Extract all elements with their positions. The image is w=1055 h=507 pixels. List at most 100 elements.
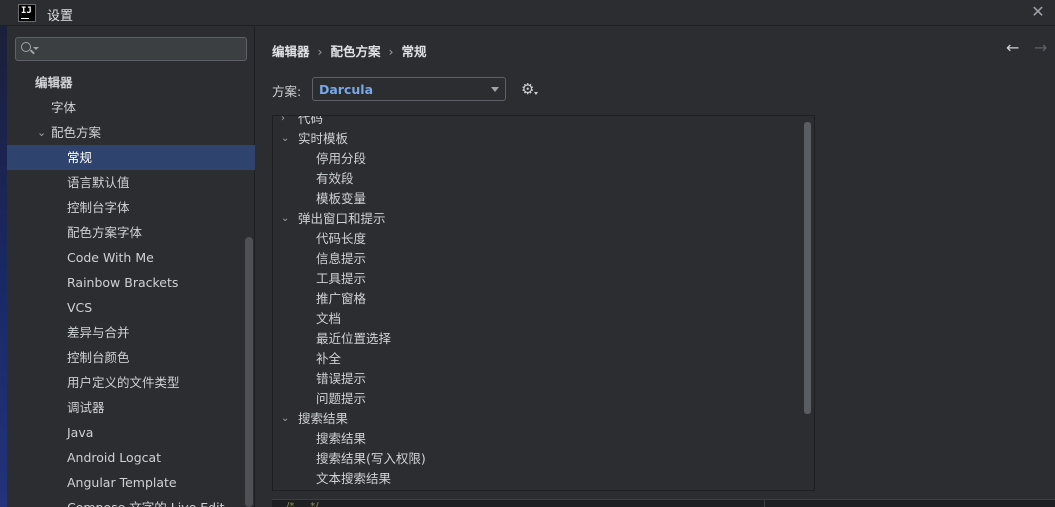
tree-item[interactable]: 问题提示	[273, 389, 803, 409]
tree-group[interactable]: ⌄ 实时模板	[273, 129, 803, 149]
tree-item[interactable]: 文档	[273, 309, 803, 329]
sidebar-item[interactable]: 用户定义的文件类型	[7, 370, 255, 395]
search-icon	[21, 42, 31, 52]
sidebar-item-label: 配色方案字体	[67, 225, 143, 240]
tree-label: 文档	[316, 311, 342, 326]
sidebar-item[interactable]: 控制台颜色	[7, 345, 255, 370]
tree-group[interactable]: ⌄ 搜索结果	[273, 409, 803, 429]
tree-label: 实时模板	[298, 131, 349, 146]
back-arrow-icon[interactable]: ←	[1006, 38, 1019, 57]
search-input[interactable]	[15, 37, 247, 61]
tree-label: 搜索结果(写入权限)	[316, 451, 426, 466]
tree-label: 信息提示	[316, 251, 367, 266]
tree-item[interactable]: 搜索结果(写入权限)	[273, 449, 803, 469]
sidebar-item[interactable]: ⌄ 配色方案	[7, 120, 255, 145]
sidebar-item-label: Code With Me	[67, 250, 154, 265]
tree-label: 补全	[316, 351, 342, 366]
tree-label: 模板变量	[316, 191, 367, 206]
title-bar: IJ 设置 ✕	[0, 0, 1055, 26]
settings-sidebar: 编辑器字体 ⌄ 配色方案常规语言默认值控制台字体配色方案字体 Code With Me…	[7, 27, 255, 507]
tree-group[interactable]: › 代码	[273, 115, 803, 129]
tree-label: 问题提示	[316, 391, 367, 406]
scheme-dropdown[interactable]: Darcula	[312, 77, 506, 101]
sidebar-item[interactable]: Android Logcat	[7, 445, 255, 470]
tree-group[interactable]: ⌄ 弹出窗口和提示	[273, 209, 803, 229]
sidebar-item-label: 差异与合并	[67, 325, 130, 340]
tree-label: 推广窗格	[316, 291, 367, 306]
tree-label: 停用分段	[316, 151, 367, 166]
sidebar-item[interactable]: VCS	[7, 295, 255, 320]
sidebar-item-label: 用户定义的文件类型	[67, 375, 180, 390]
sidebar-item[interactable]: 调试器	[7, 395, 255, 420]
sidebar-item[interactable]: 编辑器	[7, 70, 255, 95]
tree-item[interactable]: 推广窗格	[273, 289, 803, 309]
sidebar-item-label: Compose 文字的 Live Edit	[67, 495, 225, 507]
tree-item[interactable]: 补全	[273, 349, 803, 369]
sidebar-item[interactable]: 控制台字体	[7, 195, 255, 220]
tree-label: 代码	[298, 115, 324, 126]
tree-label: 文本搜索结果	[316, 471, 392, 486]
tree-item[interactable]: 代码长度	[273, 229, 803, 249]
tree-label: 错误提示	[316, 371, 367, 386]
gear-icon[interactable]: ⚙	[521, 80, 534, 98]
sidebar-scrollbar[interactable]	[245, 237, 253, 507]
breadcrumb: 编辑器 › 配色方案 › 常规	[272, 41, 427, 60]
chevron-down-icon[interactable]: ⌄	[37, 120, 47, 145]
breadcrumb-item[interactable]: 配色方案	[331, 44, 381, 59]
sidebar-item[interactable]: Compose 文字的 Live Edit	[7, 495, 255, 507]
sidebar-item[interactable]: Angular Template	[7, 470, 255, 495]
sidebar-item-label: 调试器	[67, 400, 105, 415]
attribute-tree-scrollbar[interactable]	[804, 122, 811, 414]
search-history-dropdown-icon[interactable]	[33, 47, 39, 50]
tree-item[interactable]: 文本搜索结果	[273, 469, 803, 489]
sidebar-item-label: Java	[67, 425, 94, 440]
scheme-selected-value: Darcula	[319, 82, 374, 97]
desktop-background-strip	[0, 26, 7, 507]
sidebar-item[interactable]: 字体	[7, 95, 255, 120]
scheme-label: 方案:	[272, 84, 302, 99]
breadcrumb-separator: ›	[317, 44, 323, 59]
sidebar-item-label: 编辑器	[35, 75, 73, 90]
sidebar-item-label: Rainbow Brackets	[67, 275, 179, 290]
tree-label: 最近位置选择	[316, 331, 392, 346]
sidebar-item[interactable]: Rainbow Brackets	[7, 270, 255, 295]
sidebar-item[interactable]: 语言默认值	[7, 170, 255, 195]
sidebar-item-label: 控制台字体	[67, 200, 130, 215]
chevron-down-icon[interactable]: ⌄	[281, 209, 289, 229]
tree-item[interactable]: 有效段	[273, 169, 803, 189]
breadcrumb-separator: ›	[388, 44, 394, 59]
code-preview-editor[interactable]: /* ... */	[272, 499, 1055, 507]
sidebar-item[interactable]: 配色方案字体	[7, 220, 255, 245]
tree-label: 搜索结果	[298, 411, 349, 426]
sidebar-item[interactable]: 差异与合并	[7, 320, 255, 345]
tree-label: 弹出窗口和提示	[298, 211, 386, 226]
tree-item[interactable]: 错误提示	[273, 369, 803, 389]
tree-label: 工具提示	[316, 271, 367, 286]
tree-item[interactable]: 最近位置选择	[273, 329, 803, 349]
tree-label: 有效段	[316, 171, 354, 186]
sidebar-item-label: Android Logcat	[67, 450, 162, 465]
tree-item[interactable]: 停用分段	[273, 149, 803, 169]
sidebar-item-label: 语言默认值	[67, 175, 130, 190]
gear-menu-caret-icon	[534, 92, 538, 95]
tree-item[interactable]: 搜索结果	[273, 429, 803, 449]
breadcrumb-item[interactable]: 编辑器	[272, 44, 310, 59]
window-title: 设置	[47, 9, 74, 24]
attribute-tree-panel: › 代码 ⌄ 实时模板停用分段有效段模板变量 ⌄ 弹出窗口和提示代码长度信息提示工具提示推…	[272, 115, 815, 491]
breadcrumb-item[interactable]: 常规	[402, 44, 427, 59]
forward-arrow-icon[interactable]: →	[1034, 38, 1047, 57]
preview-divider	[764, 500, 765, 507]
tree-item[interactable]: 信息提示	[273, 249, 803, 269]
chevron-down-icon[interactable]: ⌄	[281, 129, 289, 149]
sidebar-item-label: 字体	[51, 100, 77, 115]
sidebar-item[interactable]: Java	[7, 420, 255, 445]
close-icon[interactable]: ✕	[1029, 3, 1047, 21]
tree-item[interactable]: 工具提示	[273, 269, 803, 289]
chevron-down-icon[interactable]: ⌄	[281, 409, 289, 429]
sidebar-item[interactable]: Code With Me	[7, 245, 255, 270]
tree-item[interactable]: 模板变量	[273, 189, 803, 209]
sidebar-item-label: Angular Template	[67, 475, 177, 490]
sidebar-item[interactable]: 常规	[7, 145, 255, 170]
sidebar-item-label: 常规	[67, 150, 93, 165]
chevron-right-icon[interactable]: ›	[281, 116, 285, 129]
